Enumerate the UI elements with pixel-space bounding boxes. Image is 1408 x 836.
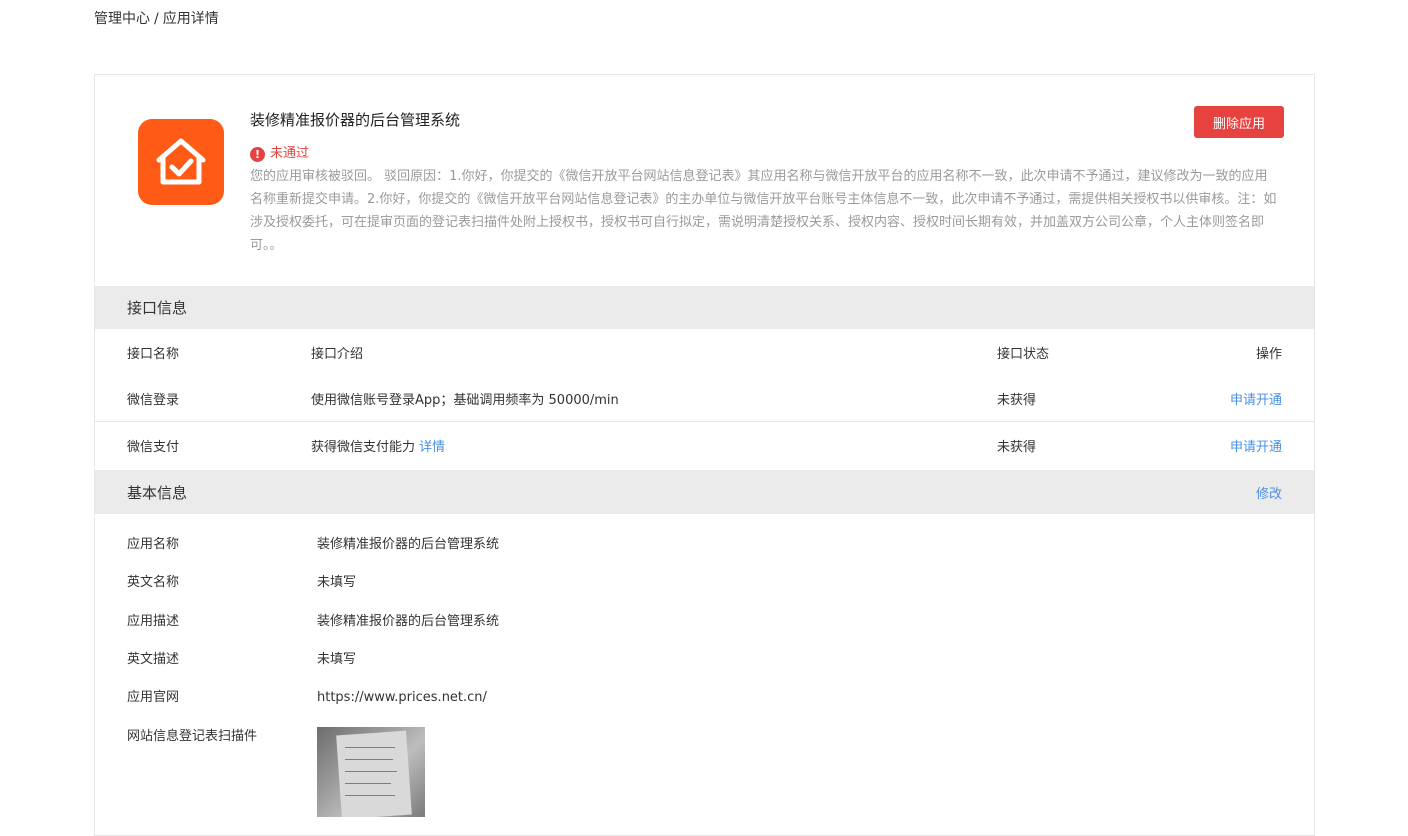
- delete-app-button[interactable]: 删除应用: [1194, 106, 1284, 138]
- scan-paper: [336, 730, 412, 817]
- scan-thumbnail[interactable]: [317, 727, 425, 817]
- apply-open-link-wechat-login[interactable]: 申请开通: [1230, 389, 1282, 408]
- scan-line: [345, 747, 395, 748]
- website-url: https://www.prices.net.cn/: [317, 690, 487, 705]
- breadcrumb: 管理中心 / 应用详情: [94, 9, 219, 29]
- app-detail-card: 装修精准报价器的后台管理系统 ! 未通过 您的应用审核被驳回。 驳回原因：1.你…: [94, 74, 1315, 836]
- status-badge: ! 未通过: [250, 145, 309, 163]
- breadcrumb-separator: /: [154, 11, 159, 27]
- api-name: 微信登录: [127, 393, 180, 408]
- table-row: 微信支付 获得微信支付能力 详情 未获得 申请开通: [95, 422, 1314, 468]
- edit-link[interactable]: 修改: [1256, 483, 1282, 502]
- field-label: 应用描述: [127, 614, 180, 629]
- api-status: 未获得: [997, 393, 1037, 408]
- field-value: 装修精准报价器的后台管理系统: [317, 614, 500, 629]
- api-table-header: 接口名称 接口介绍 接口状态 操作: [95, 329, 1314, 375]
- col-header-intro: 接口介绍: [311, 347, 364, 362]
- reject-reason: 您的应用审核被驳回。 驳回原因：1.你好，你提交的《微信开放平台网站信息登记表》…: [250, 169, 1277, 253]
- apply-open-link-wechat-pay[interactable]: 申请开通: [1230, 436, 1282, 455]
- col-header-status: 接口状态: [997, 347, 1050, 362]
- scan-line: [345, 795, 395, 796]
- scan-line: [345, 783, 391, 784]
- api-status: 未获得: [997, 440, 1037, 455]
- details-link[interactable]: 详情: [419, 440, 445, 455]
- api-section-header: 接口信息: [95, 286, 1314, 329]
- field-value: 装修精准报价器的后台管理系统: [317, 537, 500, 552]
- field-label: 网站信息登记表扫描件: [127, 729, 258, 744]
- api-section-title: 接口信息: [127, 299, 188, 317]
- basic-section-header: 基本信息 修改: [95, 470, 1314, 514]
- scan-line: [345, 771, 397, 772]
- scan-line: [345, 759, 393, 760]
- api-intro: 获得微信支付能力 详情: [311, 436, 445, 455]
- api-name: 微信支付: [127, 440, 180, 455]
- house-check-icon: [138, 119, 224, 205]
- field-label: 应用名称: [127, 537, 180, 552]
- api-intro-text: 获得微信支付能力: [311, 440, 416, 455]
- breadcrumb-root[interactable]: 管理中心: [94, 9, 150, 29]
- api-intro: 使用微信账号登录App；基础调用频率为 50000/min: [311, 393, 619, 408]
- field-label: 英文描述: [127, 652, 180, 667]
- table-row: 微信登录 使用微信账号登录App；基础调用频率为 50000/min 未获得 申…: [95, 375, 1314, 421]
- app-title: 装修精准报价器的后台管理系统: [250, 111, 461, 129]
- col-header-name: 接口名称: [127, 347, 180, 362]
- basic-section-title: 基本信息: [127, 483, 188, 502]
- status-label: 未通过: [270, 146, 310, 161]
- breadcrumb-current: 应用详情: [162, 11, 219, 27]
- field-value: 未填写: [317, 575, 357, 590]
- error-icon: !: [250, 146, 265, 162]
- field-label: 应用官网: [127, 690, 180, 705]
- col-header-action: 操作: [1255, 347, 1282, 362]
- field-value: 未填写: [317, 652, 357, 667]
- field-label: 英文名称: [127, 575, 180, 590]
